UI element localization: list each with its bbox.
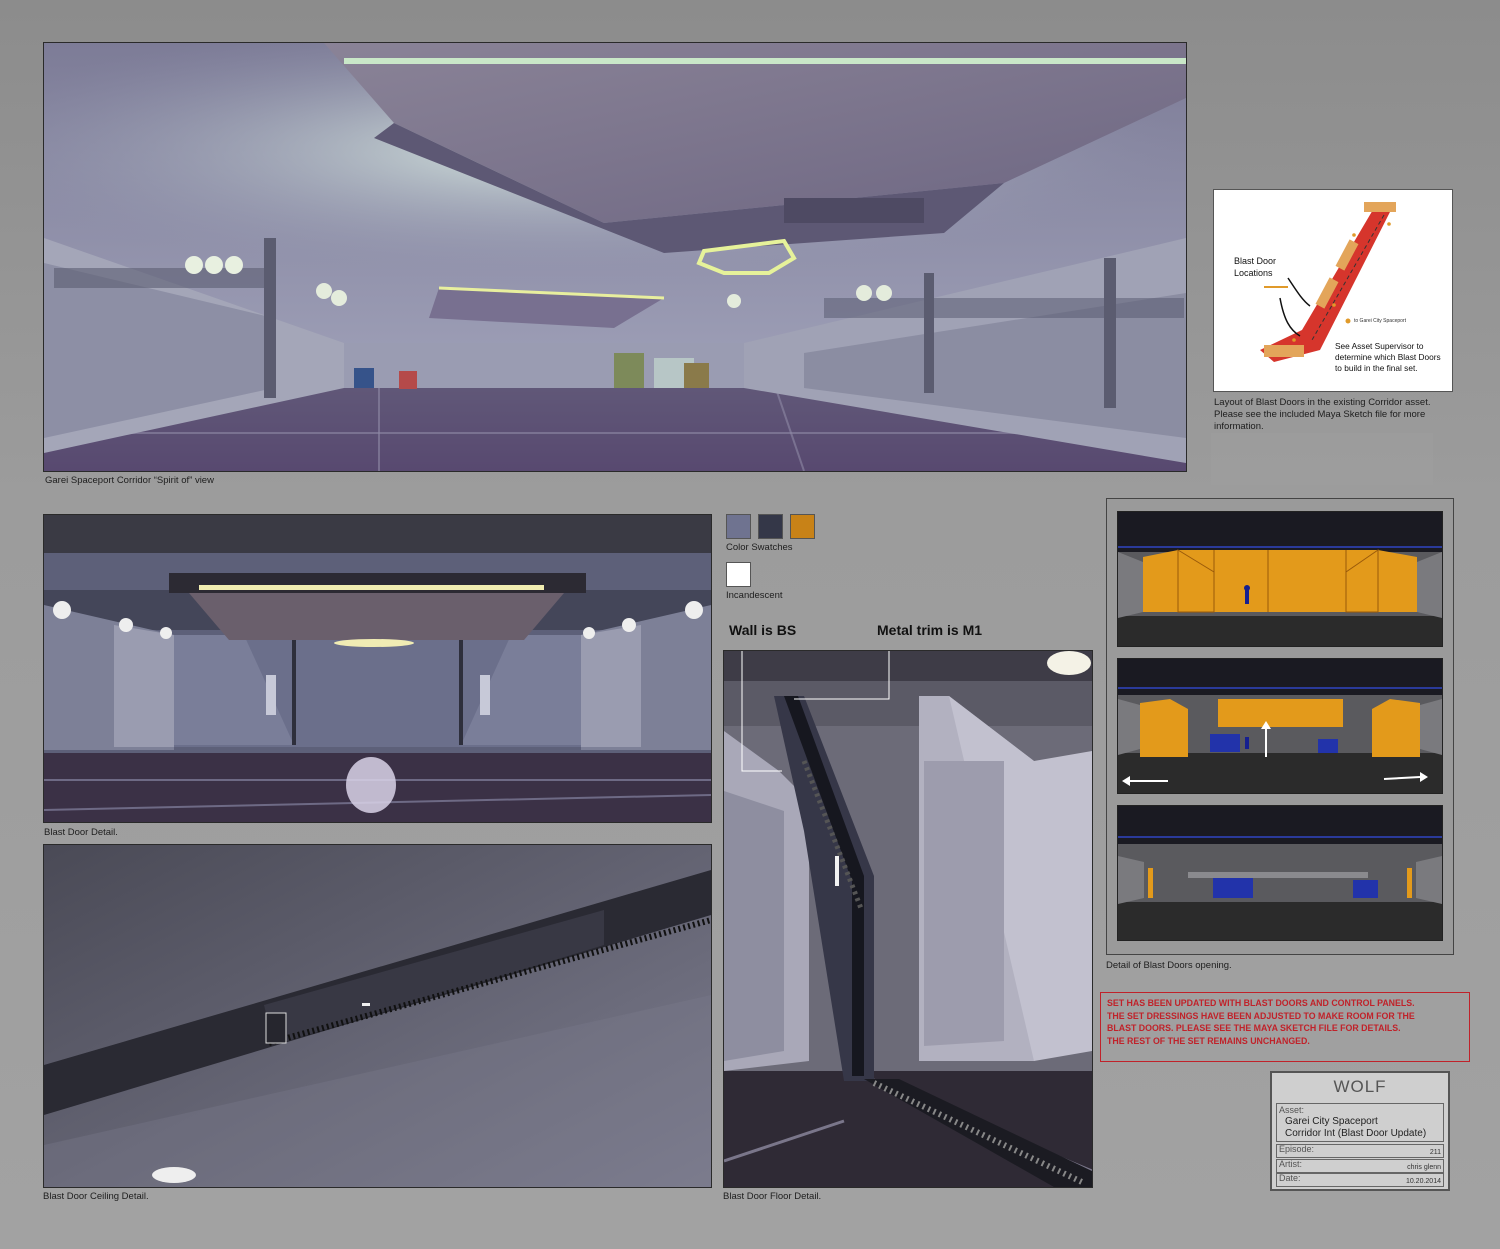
date-row: Date: 10.20.2014 [1276,1173,1444,1187]
map-label-blast-door: Blast Door [1234,256,1277,266]
notice-line-3: BLAST DOORS. PLEASE SEE THE MAYA SKETCH … [1107,1023,1401,1033]
open-door-illustration [1118,806,1442,940]
map-note-line3: to build in the final set. [1335,363,1418,373]
map-label-locations: Locations [1234,268,1273,278]
episode-row: Episode: 211 [1276,1144,1444,1158]
date-value: 10.20.2014 [1405,1178,1441,1185]
ceiling-detail-illustration [44,845,711,1187]
ceiling-detail-caption: Blast Door Ceiling Detail. [43,1191,149,1202]
blast-door-detail-caption: Blast Door Detail. [44,827,118,838]
studio-name: WOLF [1333,1077,1387,1096]
caption-shadow-box [1211,433,1433,485]
color-swatches-label: Color Swatches [726,542,793,553]
blast-door-opening-sequence [1106,498,1454,955]
map-note-line2: determine which Blast Doors [1335,352,1441,362]
corridor-main-render [43,42,1187,472]
artist-row: Artist: chris glenn [1276,1159,1444,1173]
asset-row: Asset: Garei City Spaceport Corridor Int… [1276,1103,1444,1142]
main-render-caption: Garei Spaceport Corridor “Spirit of” vie… [45,475,214,486]
date-label: Date: [1279,1173,1301,1183]
blast-door-floor-render [723,650,1093,1188]
layout-caption-line1: Layout of Blast Doors in the existing Co… [1214,397,1431,408]
layout-caption-line3: information. [1214,421,1264,432]
opening-door-illustration [1118,659,1442,793]
episode-label: Episode: [1279,1144,1315,1154]
notice-line-1: SET HAS BEEN UPDATED WITH BLAST DOORS AN… [1107,998,1415,1008]
swatch-incandescent [726,562,751,587]
episode-value: 211 [1429,1149,1441,1156]
callout-leader-lines [741,651,890,772]
opening-frame-opening [1117,658,1443,794]
corridor-main-illustration [44,43,1186,471]
map-label-destination: to Garei City Spaceport [1354,318,1406,324]
layout-caption-line2: Please see the included Maya Sketch file… [1214,409,1426,420]
closed-door-illustration [1118,512,1442,646]
asset-name-line2: Corridor Int (Blast Door Update) [1285,1128,1427,1139]
incandescent-label: Incandescent [726,590,783,601]
notice-line-2: THE SET DRESSINGS HAVE BEEN ADJUSTED TO … [1107,1010,1415,1021]
callout-wall-material: Wall is BS [729,622,797,638]
callout-trim-material: Metal trim is M1 [877,622,983,638]
update-notice: SET HAS BEEN UPDATED WITH BLAST DOORS AN… [1100,992,1470,1062]
floor-detail-caption: Blast Door Floor Detail. [723,1191,822,1202]
blast-door-layout-map: Blast Door Locations to Garei City Space… [1213,189,1453,392]
opening-frame-closed [1117,511,1443,647]
opening-frame-open [1117,805,1443,941]
blast-door-illustration [44,515,711,822]
asset-name-line1: Garei City Spaceport [1285,1116,1378,1127]
asset-label: Asset: [1279,1105,1305,1115]
artist-label: Artist: [1279,1159,1303,1169]
opening-sequence-caption: Detail of Blast Doors opening. [1106,960,1232,971]
blast-door-detail-render [43,514,712,823]
swatch-dark-slate [758,514,783,539]
title-block: WOLF Asset: Garei City Spaceport Corrido… [1270,1071,1450,1191]
map-note-line1: See Asset Supervisor to [1335,341,1424,351]
artist-value: chris glenn [1407,1164,1441,1171]
swatch-amber [790,514,815,539]
swatch-lavender-grey [726,514,751,539]
notice-line-4: THE REST OF THE SET REMAINS UNCHANGED. [1107,1035,1310,1046]
blast-door-ceiling-render [43,844,712,1188]
